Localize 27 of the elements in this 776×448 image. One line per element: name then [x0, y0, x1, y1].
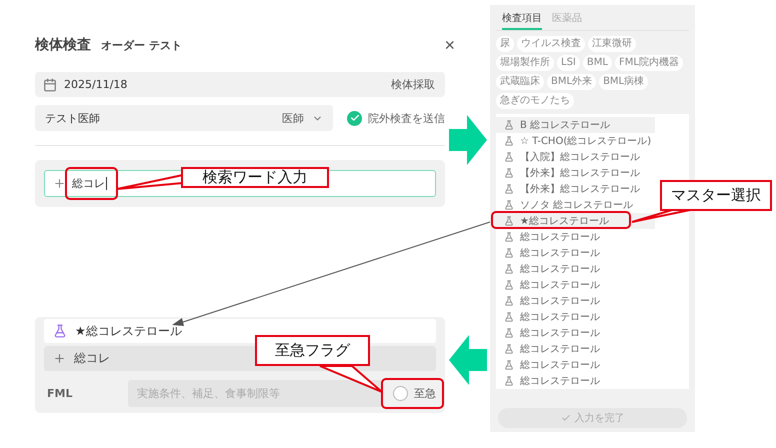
result-label: ★総コレステロール	[520, 215, 609, 228]
result-label: 総コレステロール	[520, 343, 600, 356]
result-label: 【外来】総コレステロール	[520, 182, 640, 196]
result-label: 総コレステロール	[520, 375, 600, 388]
result-label: 総コレステロール	[520, 327, 600, 340]
result-label: ソノタ 総コレステロール	[520, 199, 634, 212]
lab-label: FML	[46, 387, 74, 400]
date-text: 2025/11/18	[64, 78, 128, 91]
result-label: 【外来】総コレステロール	[520, 166, 640, 180]
callout-label: 至急フラグ	[255, 335, 370, 366]
doctor-name: テスト医師	[45, 110, 100, 126]
result-label: ☆ T-CHO(総コレステロール)	[520, 135, 652, 148]
result-label: 【入院】総コレステロール	[520, 150, 640, 164]
result-label: 総コレステロール	[520, 263, 600, 276]
result-label: 総コレステロール	[520, 247, 600, 260]
result-label: 総コレステロール	[520, 359, 600, 372]
role-text: 医師	[282, 110, 304, 126]
add-text: 総コレ	[74, 350, 110, 367]
dialog-subtitle: オーダー テスト	[101, 38, 182, 52]
result-label: B 総コレステロール	[520, 119, 610, 132]
result-label: 総コレステロール	[520, 295, 600, 308]
result-label: 総コレステロール	[520, 231, 600, 244]
result-label: 総コレステロール	[520, 311, 600, 324]
dialog-title: 検体検査	[35, 36, 91, 54]
search-text: 総コレ	[72, 177, 107, 190]
result-label: 総コレステロール	[520, 279, 600, 292]
item-name: ★総コレステロール	[75, 322, 182, 340]
